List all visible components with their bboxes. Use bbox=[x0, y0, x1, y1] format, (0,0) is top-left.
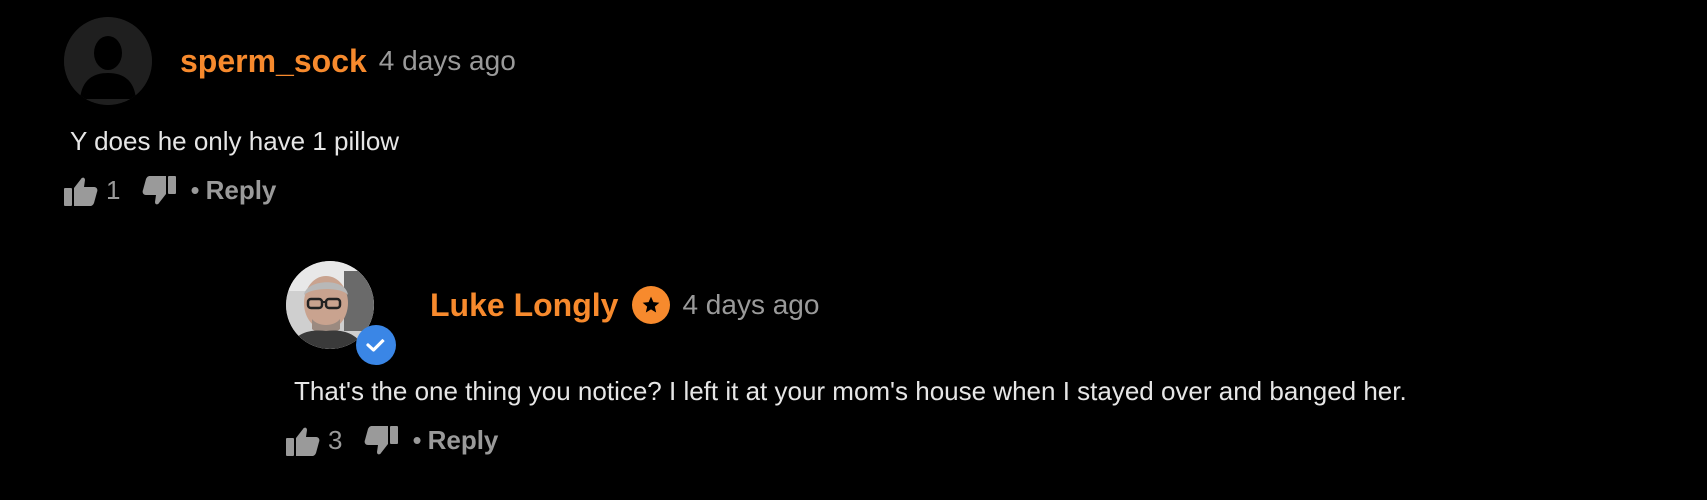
verified-badge bbox=[356, 325, 396, 365]
star-badge bbox=[632, 286, 671, 324]
thumbs-down-icon bbox=[365, 425, 399, 454]
comment-actions: 3 • Reply bbox=[286, 425, 1407, 456]
comment-actions: 1 • Reply bbox=[64, 175, 516, 206]
avatar[interactable] bbox=[64, 17, 152, 105]
default-user-icon bbox=[64, 17, 152, 105]
like-count: 1 bbox=[106, 175, 121, 205]
dislike-button[interactable] bbox=[364, 425, 399, 456]
comment-text: Y does he only have 1 pillow bbox=[70, 126, 400, 156]
timestamp: 4 days ago bbox=[682, 289, 820, 320]
avatar[interactable] bbox=[286, 261, 396, 365]
comment-header: sperm_sock 4 days ago bbox=[64, 16, 516, 106]
thumbs-up-icon bbox=[64, 177, 98, 206]
like-button[interactable]: 3 bbox=[286, 425, 342, 456]
verified-check-icon bbox=[366, 337, 386, 352]
separator-dot: • bbox=[190, 175, 200, 205]
comment: sperm_sock 4 days ago Y does he only hav… bbox=[64, 16, 516, 206]
reply-button[interactable]: Reply bbox=[428, 425, 499, 456]
thumbs-down-icon bbox=[143, 175, 177, 204]
like-count: 3 bbox=[328, 425, 343, 455]
like-button[interactable]: 1 bbox=[64, 175, 120, 206]
thumbs-up-icon bbox=[286, 427, 320, 456]
timestamp: 4 days ago bbox=[378, 45, 516, 76]
star-icon bbox=[643, 296, 660, 313]
reply-comment: Luke Longly 4 days ago That's the one th… bbox=[286, 260, 1407, 456]
separator-dot: • bbox=[412, 425, 422, 455]
comment-header: Luke Longly 4 days ago bbox=[286, 260, 1407, 365]
username[interactable]: sperm_sock bbox=[180, 45, 367, 77]
username[interactable]: Luke Longly bbox=[430, 289, 618, 321]
comment-text: That's the one thing you notice? I left … bbox=[294, 376, 1407, 406]
dislike-button[interactable] bbox=[142, 175, 177, 206]
reply-button[interactable]: Reply bbox=[206, 175, 277, 206]
